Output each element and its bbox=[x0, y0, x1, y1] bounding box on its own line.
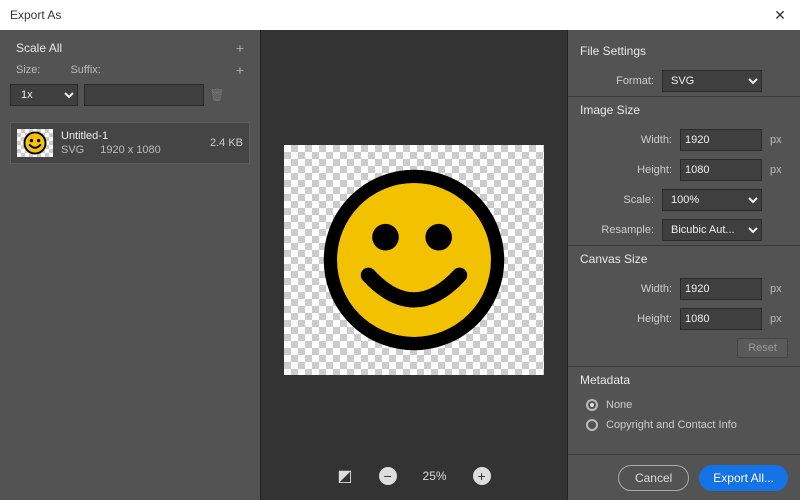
window-title: Export As bbox=[10, 8, 61, 22]
size-label: Size: bbox=[16, 64, 40, 76]
format-select[interactable]: SVG bbox=[662, 70, 762, 92]
metadata-copyright-radio[interactable]: Copyright and Contact Info bbox=[568, 415, 800, 435]
img-height-input[interactable] bbox=[680, 159, 762, 181]
canvas-height-input[interactable] bbox=[680, 308, 762, 330]
dialog-footer: Cancel Export All... bbox=[568, 454, 800, 500]
file-format: SVG bbox=[61, 144, 84, 156]
size-select[interactable]: 1x bbox=[10, 84, 78, 106]
suffix-label: Suffix: bbox=[70, 64, 100, 76]
scale-select[interactable]: 100% bbox=[662, 189, 762, 211]
titlebar: Export As ✕ bbox=[0, 0, 800, 30]
close-icon: ✕ bbox=[774, 7, 786, 24]
img-width-label: Width: bbox=[580, 134, 672, 146]
radio-icon bbox=[586, 399, 598, 411]
img-width-input[interactable] bbox=[680, 129, 762, 151]
file-name: Untitled-1 bbox=[61, 130, 202, 142]
scale-label: Scale: bbox=[580, 194, 654, 206]
preview-image bbox=[319, 165, 509, 355]
zoom-level: 25% bbox=[423, 469, 447, 483]
radio-icon bbox=[586, 419, 598, 431]
file-settings-heading: File Settings bbox=[568, 38, 800, 66]
canvas-width-input[interactable] bbox=[680, 278, 762, 300]
right-panel: File Settings Format: SVG Image Size Wid… bbox=[568, 30, 800, 500]
close-button[interactable]: ✕ bbox=[760, 0, 800, 30]
metadata-heading: Metadata bbox=[568, 367, 800, 395]
smiley-icon bbox=[23, 131, 47, 155]
preview-panel: ◩ − 25% + bbox=[260, 30, 568, 500]
file-dims: 1920 x 1080 bbox=[100, 144, 161, 156]
file-list-item[interactable]: Untitled-1 SVG 1920 x 1080 2.4 KB bbox=[10, 122, 250, 164]
contrast-icon[interactable]: ◩ bbox=[337, 466, 352, 486]
scale-all-label: Scale All bbox=[16, 41, 62, 55]
dialog-body: Scale All + Size: Suffix: + 1x 🗑 bbox=[0, 30, 800, 500]
px-unit: px bbox=[770, 134, 788, 146]
preview-viewport[interactable] bbox=[261, 30, 567, 458]
reset-button[interactable]: Reset bbox=[737, 338, 788, 358]
file-size: 2.4 KB bbox=[210, 137, 243, 149]
canvas-size-heading: Canvas Size bbox=[568, 246, 800, 274]
cancel-button[interactable]: Cancel bbox=[618, 465, 689, 491]
suffix-input[interactable] bbox=[84, 84, 204, 106]
add-size-button[interactable]: + bbox=[236, 62, 244, 78]
zoom-in-button[interactable]: + bbox=[473, 467, 491, 485]
zoom-out-button[interactable]: − bbox=[379, 467, 397, 485]
image-size-heading: Image Size bbox=[568, 97, 800, 125]
preview-canvas bbox=[284, 145, 544, 375]
left-panel: Scale All + Size: Suffix: + 1x 🗑 bbox=[0, 30, 260, 500]
format-label: Format: bbox=[580, 75, 654, 87]
zoom-toolbar: ◩ − 25% + bbox=[261, 458, 567, 500]
img-height-label: Height: bbox=[580, 164, 672, 176]
delete-icon[interactable]: 🗑 bbox=[210, 88, 224, 102]
resample-select[interactable]: Bicubic Aut... bbox=[662, 219, 762, 241]
export-all-button[interactable]: Export All... bbox=[699, 465, 788, 491]
add-scale-button[interactable]: + bbox=[236, 40, 244, 56]
resample-label: Resample: bbox=[580, 224, 654, 236]
file-thumbnail bbox=[17, 129, 53, 157]
metadata-none-radio[interactable]: None bbox=[568, 395, 800, 415]
